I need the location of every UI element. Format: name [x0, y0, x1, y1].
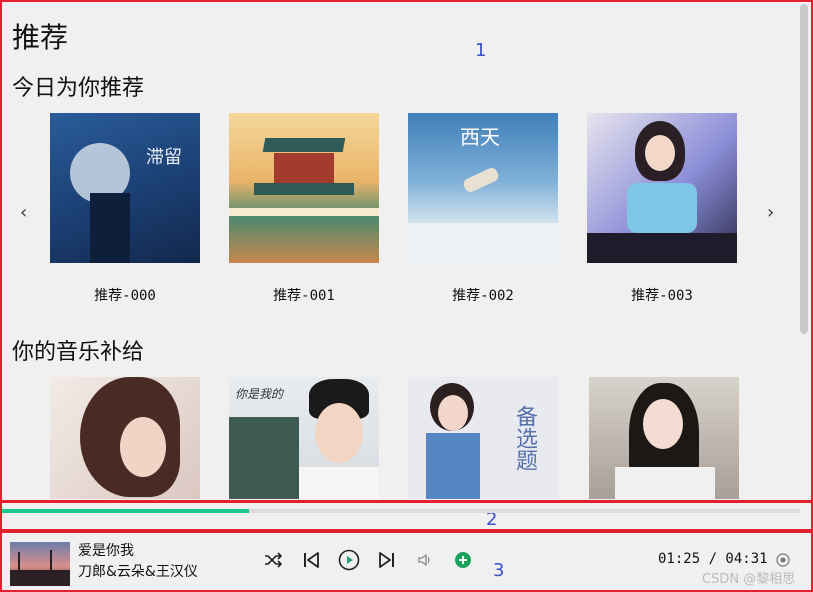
album-cover[interactable]: 西天: [408, 113, 558, 263]
recommend-card[interactable]: 备选题: [408, 377, 558, 499]
page-title: 推荐: [12, 21, 69, 54]
card-label[interactable]: 推荐-002: [408, 285, 558, 305]
playlist-icon: [776, 553, 790, 567]
card-label[interactable]: 推荐-003: [587, 285, 737, 305]
album-cover[interactable]: 备选题: [408, 377, 558, 499]
volume-icon: [418, 553, 430, 567]
card-label[interactable]: 推荐-001: [229, 285, 379, 305]
progress-region-frame: [0, 501, 813, 531]
skip-next-icon: [379, 552, 394, 568]
shuffle-icon: [265, 552, 282, 568]
carousel-next-icon[interactable]: ›: [767, 202, 774, 223]
card-label[interactable]: 推荐-000: [50, 285, 200, 305]
add-circle-icon: [455, 552, 471, 568]
shuffle-button[interactable]: [260, 547, 286, 573]
album-cover[interactable]: [589, 377, 739, 499]
recommend-card[interactable]: [589, 377, 739, 499]
skip-previous-icon: [304, 552, 319, 568]
annotation-1: 1: [475, 40, 487, 61]
vertical-scrollbar[interactable]: [800, 4, 808, 334]
album-cover[interactable]: 你是我的: [229, 377, 379, 499]
album-cover[interactable]: [229, 113, 379, 263]
song-title: 爱是你我: [78, 543, 134, 559]
carousel-prev-icon[interactable]: ‹: [20, 202, 27, 223]
album-cover[interactable]: 滞留: [50, 113, 200, 263]
cover-text: 西天: [460, 125, 500, 149]
section-title-today: 今日为你推荐: [12, 76, 145, 101]
recommend-card[interactable]: 滞留 推荐-000: [50, 113, 200, 305]
recommend-card[interactable]: 你是我的: [229, 377, 379, 499]
cover-text: 滞留: [146, 147, 182, 168]
recommend-card[interactable]: 推荐-001: [229, 113, 379, 305]
add-to-playlist-button[interactable]: [450, 547, 476, 573]
volume-button[interactable]: [412, 547, 438, 573]
album-cover[interactable]: [50, 377, 200, 499]
playback-progress-bar[interactable]: [2, 509, 800, 513]
playback-time: 01:25 / 04:31: [658, 551, 768, 567]
playback-progress-fill: [2, 509, 250, 513]
song-artist: 刀郎&云朵&王汉仪: [78, 564, 198, 580]
previous-button[interactable]: [298, 547, 324, 573]
section-title-supply: 你的音乐补给: [12, 340, 145, 365]
recommend-card[interactable]: [50, 377, 200, 499]
next-button[interactable]: [374, 547, 400, 573]
cover-text: 备选题: [512, 405, 537, 471]
csdn-watermark: CSDN @黎相思: [702, 572, 796, 587]
now-playing-thumbnail[interactable]: [10, 542, 70, 586]
play-circle-icon: [338, 549, 360, 571]
play-button[interactable]: [336, 547, 362, 573]
recommend-card[interactable]: 西天 推荐-002: [408, 113, 558, 305]
cover-text: 你是我的: [235, 387, 284, 401]
annotation-3: 3: [493, 560, 505, 581]
recommend-card[interactable]: 推荐-003: [587, 113, 737, 305]
album-cover[interactable]: [587, 113, 737, 263]
